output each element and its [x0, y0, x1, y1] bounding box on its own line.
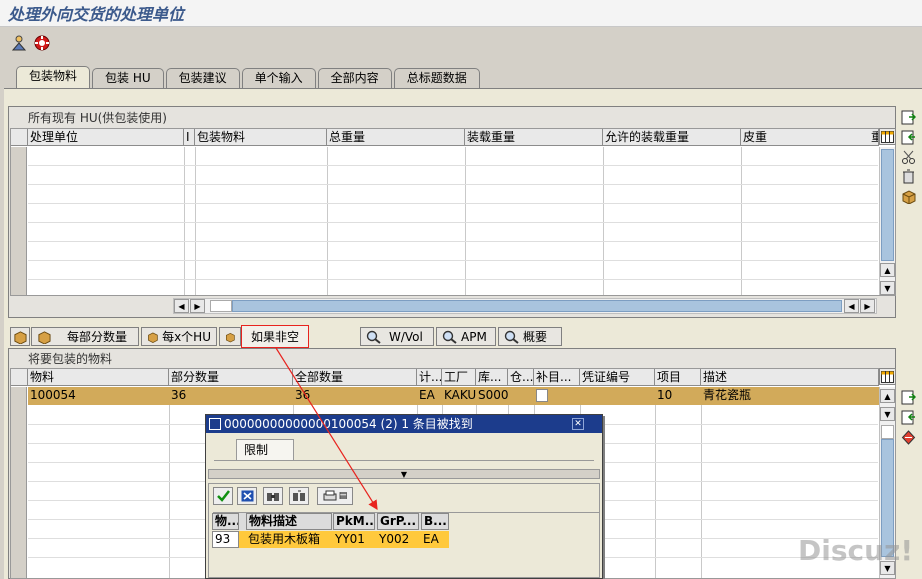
- watermark: Discuz!: [798, 534, 914, 567]
- annotation-arrow: [275, 347, 378, 511]
